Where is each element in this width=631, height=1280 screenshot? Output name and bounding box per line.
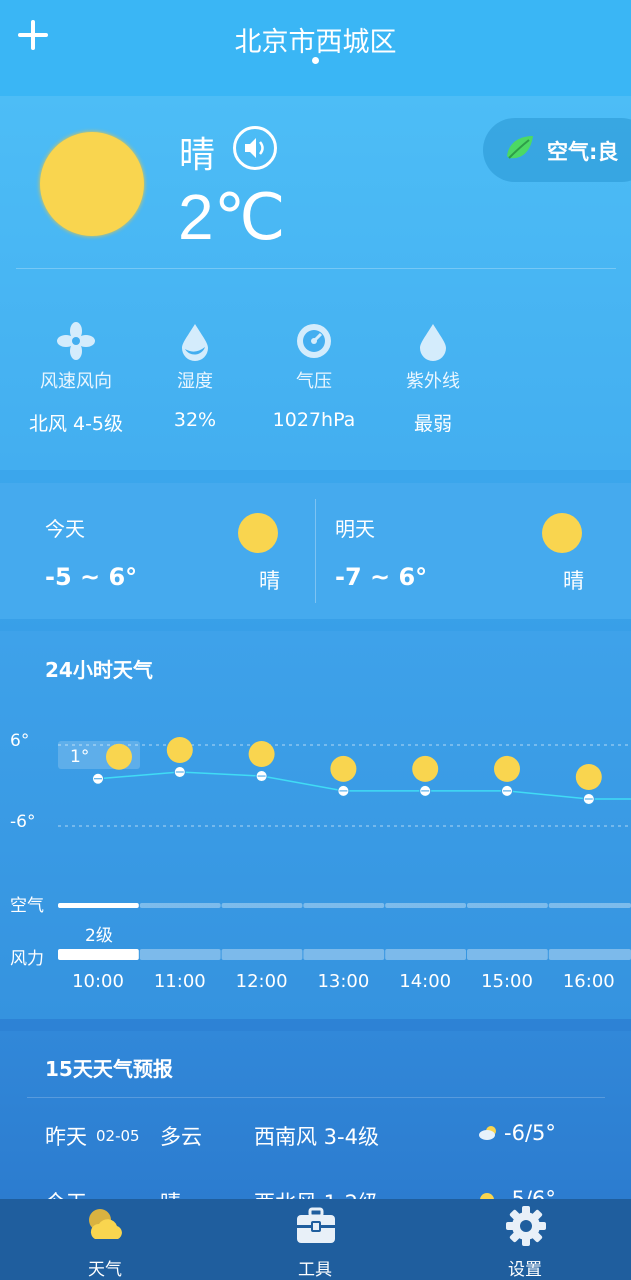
air-quality-button[interactable]: 空气:良 <box>483 118 631 182</box>
metric-wind: 风速风向 北风 4-5级 <box>11 321 141 436</box>
today-label: 今天 <box>45 517 85 541</box>
tab-label: 设置 <box>508 1260 542 1280</box>
wind-row-label: 风力 <box>10 949 44 969</box>
tab-label: 工具 <box>298 1260 332 1280</box>
metric-label: 湿度 <box>177 371 213 392</box>
tab-label: 天气 <box>88 1260 122 1280</box>
time-label: 16:00 <box>563 971 615 992</box>
metric-value: 32% <box>173 409 217 431</box>
tab-settings[interactable]: 设置 <box>455 1199 595 1280</box>
cloudy-icon <box>479 1126 496 1140</box>
air-quality-bar <box>221 903 303 908</box>
forecast-condition: 多云 <box>160 1125 202 1149</box>
forecast-day: 昨天 <box>45 1125 87 1149</box>
time-label: 11:00 <box>154 971 206 992</box>
bottom-tab-bar: 天气 工具 设置 <box>0 1199 631 1280</box>
tomorrow-condition: 晴 <box>563 569 584 593</box>
sun-icon <box>330 755 357 782</box>
toolbox-icon <box>297 1207 335 1243</box>
time-label: 14:00 <box>399 971 451 992</box>
wind-level-bar <box>221 949 303 960</box>
time-label: 15:00 <box>481 971 533 992</box>
sun-icon <box>412 755 439 782</box>
forecast-row[interactable]: 昨天 02-05 多云 西南风 3-4级 -6/5° <box>0 1121 631 1161</box>
gear-icon <box>506 1206 546 1246</box>
gauge-icon <box>297 324 331 358</box>
sun-icon <box>542 513 582 553</box>
sun-icon <box>40 132 144 236</box>
air-row-label: 空气 <box>10 896 44 916</box>
tab-tools[interactable]: 工具 <box>245 1199 385 1280</box>
wind-level-label: 2级 <box>85 926 113 946</box>
metric-humidity: 湿度 32% <box>130 321 260 431</box>
city-title[interactable]: 北京市西城区 <box>0 20 631 59</box>
wind-level-bar <box>139 949 221 960</box>
air-quality-bar <box>548 903 631 908</box>
today-tomorrow-panel: 今天 -5 ~ 6° 晴 明天 -7 ~ 6° 晴 <box>0 483 631 619</box>
metric-label: 紫外线 <box>406 371 460 392</box>
forecast-date: 02-05 <box>96 1127 140 1145</box>
time-label: 12:00 <box>236 971 288 992</box>
metric-value: 最弱 <box>413 413 452 435</box>
sun-icon <box>238 513 278 553</box>
wind-level-bar <box>58 949 139 960</box>
uv-drop-icon <box>420 324 446 361</box>
forecast-panel[interactable]: 15天天气预报 昨天 02-05 多云 西南风 3-4级 -6/5° 今天 晴 … <box>0 1031 631 1215</box>
air-quality-bar <box>467 903 548 908</box>
air-quality-bar <box>303 903 385 908</box>
tomorrow-label: 明天 <box>335 517 375 541</box>
weather-icon <box>89 1209 122 1239</box>
forecast-title: 15天天气预报 <box>45 1057 173 1081</box>
tab-weather[interactable]: 天气 <box>35 1199 175 1280</box>
metric-value: 1027hPa <box>272 409 356 431</box>
time-label: 10:00 <box>72 971 124 992</box>
wind-level-bar <box>303 949 385 960</box>
air-quality-label: 空气:良 <box>547 140 619 164</box>
humidity-icon <box>182 324 208 361</box>
fan-icon <box>57 322 95 360</box>
current-temperature: 2℃ <box>178 181 286 253</box>
air-quality-bar <box>58 903 139 908</box>
hourly-panel[interactable]: 24小时天气 6° -6° 1° 空气 风力 2级 10:00 11:00 12:0… <box>0 631 631 1019</box>
hourly-chart: 6° -6° 1° 空气 风力 2级 10:00 11:00 12:00 13:00 1… <box>10 731 631 992</box>
metric-label: 气压 <box>296 371 332 392</box>
y-min-label: -6° <box>10 812 35 832</box>
tomorrow-range: -7 ~ 6° <box>335 563 428 591</box>
speaker-icon[interactable] <box>233 126 277 170</box>
current-weather-panel: 晴 2℃ 空气:良 风速风向 北风 4-5级 湿度 32% 气压 1027hPa… <box>0 96 631 470</box>
metric-pressure: 气压 1027hPa <box>249 321 379 431</box>
wind-level-bar <box>548 949 631 960</box>
page-indicator-dot <box>312 57 319 64</box>
metric-label: 风速风向 <box>40 371 112 392</box>
sun-icon <box>106 743 132 770</box>
divider <box>16 268 616 269</box>
forecast-temp: -6/5° <box>504 1121 556 1145</box>
current-temp-tag: 1° <box>70 747 89 767</box>
sun-icon <box>494 755 520 782</box>
time-label: 13:00 <box>317 971 369 992</box>
metric-value: 北风 4-5级 <box>28 413 124 435</box>
air-quality-bar <box>385 903 466 908</box>
y-max-label: 6° <box>10 731 29 751</box>
sun-icon <box>575 764 602 790</box>
wind-level-bar <box>467 949 548 960</box>
divider <box>315 499 316 603</box>
today-condition: 晴 <box>259 569 280 593</box>
divider <box>27 1097 605 1098</box>
top-bar: 北京市西城区 <box>0 0 631 96</box>
sun-icon <box>248 741 275 768</box>
metric-uv: 紫外线 最弱 <box>368 321 498 436</box>
leaf-icon <box>507 136 533 159</box>
wind-level-bar <box>385 949 466 960</box>
current-condition: 晴 <box>179 135 216 176</box>
forecast-wind: 西南风 3-4级 <box>254 1125 379 1149</box>
sun-icon <box>166 737 193 763</box>
today-range: -5 ~ 6° <box>45 563 138 591</box>
air-quality-bar <box>139 903 221 908</box>
